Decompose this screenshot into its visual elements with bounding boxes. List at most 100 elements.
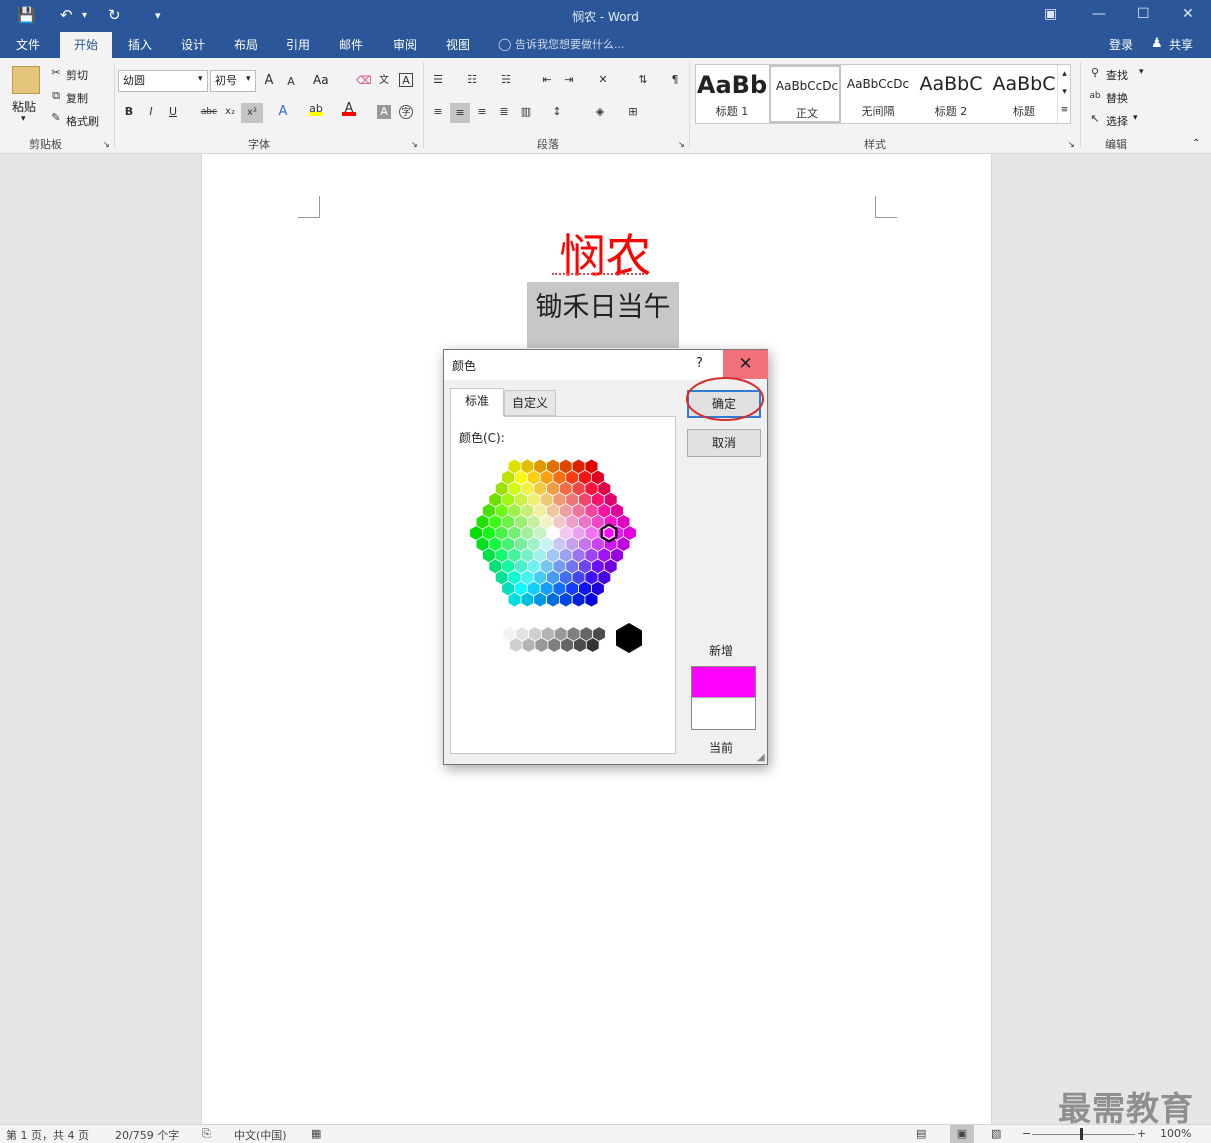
tab-references[interactable]: 引用 bbox=[274, 32, 322, 58]
superscript-button[interactable]: x² bbox=[241, 103, 263, 123]
font-name-input[interactable]: 幼圆 bbox=[118, 70, 208, 92]
bullets-icon[interactable]: ☰ bbox=[431, 73, 445, 87]
style-title[interactable]: AaBbC 标题 bbox=[988, 65, 1060, 123]
find-dropdown-icon[interactable]: ▾ bbox=[1139, 67, 1144, 77]
style-heading2[interactable]: AaBbC 标题 2 bbox=[915, 65, 987, 123]
gray-cell[interactable] bbox=[585, 637, 600, 653]
cancel-button[interactable]: 取消 bbox=[687, 429, 761, 457]
gray-cell[interactable] bbox=[509, 637, 523, 653]
paste-icon[interactable] bbox=[12, 66, 40, 94]
tell-me-input[interactable]: 告诉我您想要做什么... bbox=[515, 32, 645, 58]
tab-view[interactable]: 视图 bbox=[434, 32, 482, 58]
highlight-icon[interactable]: ab bbox=[309, 102, 323, 116]
paste-button[interactable]: 粘贴 bbox=[12, 98, 36, 115]
document-title[interactable]: 悯农 bbox=[0, 220, 1211, 286]
word-count[interactable]: 20/759 个字 bbox=[115, 1127, 179, 1143]
grow-font-icon[interactable]: A bbox=[262, 74, 276, 88]
black-cell[interactable] bbox=[616, 623, 642, 653]
tab-mailings[interactable]: 邮件 bbox=[326, 32, 376, 58]
language-indicator[interactable]: 中文(中国) bbox=[234, 1127, 287, 1143]
show-marks-icon[interactable]: ¶ bbox=[668, 73, 682, 87]
web-layout-icon[interactable]: ▧ bbox=[991, 1127, 1001, 1140]
phonetic-guide-icon[interactable]: 文 bbox=[377, 74, 391, 88]
distributed-icon[interactable]: ▥ bbox=[519, 105, 533, 119]
subscript-button[interactable]: x₂ bbox=[222, 105, 238, 119]
change-case-button[interactable]: Aa bbox=[313, 73, 329, 87]
tab-standard[interactable]: 标准 bbox=[450, 388, 504, 417]
styles-launcher-icon[interactable]: ↘ bbox=[1068, 140, 1075, 149]
color-honeycomb[interactable] bbox=[451, 417, 677, 755]
document-line-1[interactable]: 锄禾日当午 bbox=[527, 282, 679, 348]
gray-cell[interactable] bbox=[547, 637, 562, 653]
help-icon[interactable]: ? bbox=[696, 356, 703, 371]
multilevel-list-icon[interactable]: ☵ bbox=[499, 73, 513, 87]
minimize-icon[interactable]: — bbox=[1092, 6, 1106, 22]
italic-button[interactable]: I bbox=[144, 105, 158, 119]
clipboard-launcher-icon[interactable]: ↘ bbox=[103, 140, 110, 149]
tab-layout[interactable]: 布局 bbox=[222, 32, 270, 58]
select-dropdown-icon[interactable]: ▾ bbox=[1133, 113, 1138, 123]
font-size-dropdown-icon[interactable]: ▾ bbox=[246, 74, 251, 84]
strikethrough-button[interactable]: abc bbox=[199, 105, 219, 119]
maximize-icon[interactable]: ☐ bbox=[1137, 6, 1150, 22]
tab-home[interactable]: 开始 bbox=[60, 32, 112, 58]
ribbon-display-icon[interactable]: ▣ bbox=[1044, 6, 1057, 22]
format-painter-button[interactable]: 格式刷 bbox=[66, 113, 99, 129]
collapse-ribbon-icon[interactable]: ⌃ bbox=[1192, 138, 1200, 149]
login-link[interactable]: 登录 bbox=[1104, 32, 1138, 58]
resize-grip-icon[interactable]: ◢ bbox=[757, 752, 765, 763]
shading-icon[interactable]: ◈ bbox=[593, 105, 607, 119]
char-shading-icon[interactable]: A bbox=[377, 105, 391, 119]
align-left-icon[interactable]: ≡ bbox=[431, 105, 445, 119]
sort-icon[interactable]: ⇅ bbox=[636, 73, 650, 87]
font-name-dropdown-icon[interactable]: ▾ bbox=[198, 74, 203, 84]
zoom-out-icon[interactable]: − bbox=[1022, 1127, 1031, 1140]
close-window-icon[interactable]: ✕ bbox=[1182, 6, 1194, 22]
share-button[interactable]: 共享 bbox=[1166, 32, 1196, 58]
tab-design[interactable]: 设计 bbox=[168, 32, 218, 58]
text-effects-icon[interactable]: A bbox=[276, 105, 290, 119]
paste-dropdown-icon[interactable]: ▾ bbox=[21, 114, 26, 124]
decrease-indent-icon[interactable]: ⇤ bbox=[540, 73, 554, 87]
proofing-icon[interactable]: ⎘ bbox=[202, 1127, 211, 1141]
tab-review[interactable]: 审阅 bbox=[380, 32, 430, 58]
styles-scroll[interactable]: ▴ ▾ ≡ bbox=[1057, 65, 1071, 123]
font-color-icon[interactable]: A bbox=[342, 102, 356, 116]
align-right-icon[interactable]: ≡ bbox=[475, 105, 489, 119]
tab-insert[interactable]: 插入 bbox=[116, 32, 164, 58]
increase-indent-icon[interactable]: ⇥ bbox=[562, 73, 576, 87]
style-heading1[interactable]: AaBb 标题 1 bbox=[696, 65, 768, 123]
line-spacing-icon[interactable]: ↕ bbox=[550, 105, 564, 119]
find-button[interactable]: 查找 bbox=[1106, 67, 1128, 83]
numbering-icon[interactable]: ☷ bbox=[465, 73, 479, 87]
cut-button[interactable]: 剪切 bbox=[66, 67, 88, 83]
replace-button[interactable]: 替换 bbox=[1106, 90, 1128, 106]
gray-cell[interactable] bbox=[573, 637, 587, 653]
font-launcher-icon[interactable]: ↘ bbox=[411, 140, 418, 149]
style-no-spacing[interactable]: AaBbCcDc 无间隔 bbox=[842, 65, 914, 123]
tab-file[interactable]: 文件 bbox=[0, 32, 56, 58]
color-cell[interactable] bbox=[623, 525, 637, 541]
gray-cell[interactable] bbox=[534, 637, 549, 653]
borders-icon[interactable]: ⊞ bbox=[626, 105, 640, 119]
char-border-icon[interactable]: A bbox=[399, 73, 413, 87]
gray-cell[interactable] bbox=[521, 637, 536, 653]
copy-button[interactable]: 复制 bbox=[66, 90, 88, 106]
zoom-slider[interactable] bbox=[1032, 1134, 1135, 1135]
tab-custom[interactable]: 自定义 bbox=[504, 390, 556, 416]
macro-icon[interactable]: ▦ bbox=[311, 1127, 321, 1140]
style-normal[interactable]: AaBbCcDc 正文 bbox=[769, 65, 841, 123]
chinese-layout-icon[interactable]: ✕ bbox=[596, 73, 610, 87]
paragraph-launcher-icon[interactable]: ↘ bbox=[678, 140, 685, 149]
align-center-icon[interactable]: ≡ bbox=[450, 103, 470, 123]
underline-button[interactable]: U bbox=[166, 105, 180, 119]
enclose-char-icon[interactable]: 字 bbox=[399, 105, 413, 119]
clear-format-icon[interactable]: ⌫ bbox=[356, 74, 372, 88]
gray-cell[interactable] bbox=[560, 637, 574, 653]
select-button[interactable]: 选择 bbox=[1106, 113, 1128, 129]
print-layout-icon[interactable]: ▣ bbox=[950, 1125, 974, 1143]
justify-icon[interactable]: ≣ bbox=[497, 105, 511, 119]
read-mode-icon[interactable]: ▤ bbox=[916, 1127, 926, 1140]
page-count[interactable]: 第 1 页，共 4 页 bbox=[6, 1127, 89, 1143]
bold-button[interactable]: B bbox=[122, 105, 136, 119]
